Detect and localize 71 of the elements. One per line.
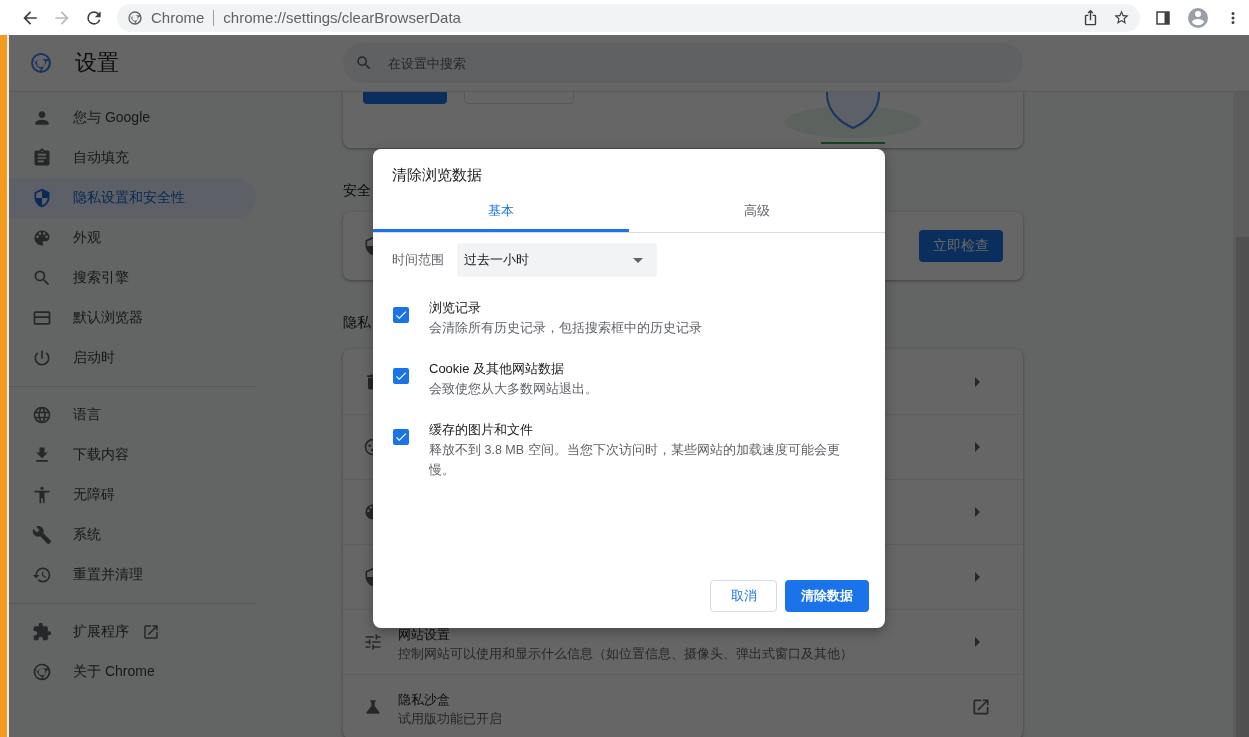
puzzle-icon xyxy=(32,622,52,642)
time-range-dropdown[interactable]: 过去一小时 xyxy=(457,243,657,277)
sidebar-item[interactable]: 系统 xyxy=(9,515,256,555)
palette-icon xyxy=(363,502,373,522)
sidebar-item[interactable]: 无障碍 xyxy=(9,475,256,515)
sidebar-item[interactable]: 您与 Google xyxy=(9,98,256,138)
sidebar-item[interactable]: 启动时 xyxy=(9,338,256,378)
chevron-right-icon[interactable] xyxy=(975,507,980,517)
sidebar-item[interactable]: 隐私设置和安全性 xyxy=(9,178,256,218)
chevron-right-icon[interactable] xyxy=(975,376,980,387)
row-title: 网站设置 xyxy=(398,626,451,644)
side-panel-icon[interactable] xyxy=(1154,8,1172,27)
caret-icon xyxy=(633,257,643,263)
site-label: Chrome xyxy=(151,9,205,26)
flask-icon xyxy=(363,697,383,717)
sidebar-item[interactable]: 自动填充 xyxy=(9,138,256,178)
section-heading: 安全 xyxy=(343,181,371,200)
chevron-right-icon[interactable] xyxy=(975,637,980,647)
option-title: 浏览记录 xyxy=(429,299,482,317)
history-icon xyxy=(32,565,52,585)
palette-icon xyxy=(32,228,52,248)
shield-icon xyxy=(32,188,52,208)
cookie-icon xyxy=(363,437,373,457)
globe-icon xyxy=(32,405,52,425)
option-description: 释放不到 3.8 MB 空间。当您下次访问时，某些网站的加载速度可能会更慢。 xyxy=(429,442,841,479)
clear-data-button[interactable]: 清除数据 xyxy=(785,580,869,612)
cancel-button[interactable]: 取消 xyxy=(710,580,777,612)
share-icon[interactable] xyxy=(1082,9,1099,26)
row-subtitle: 试用版功能已开启 xyxy=(398,710,503,728)
sidebar-item[interactable]: 语言 xyxy=(9,395,256,435)
option-description: 会致使您从大多数网站退出。 xyxy=(429,381,599,398)
field-label: 时间范围 xyxy=(392,251,445,269)
chrome-logo-icon xyxy=(127,9,143,26)
sidebar-item[interactable]: 关于 Chrome xyxy=(9,652,256,692)
sidebar-item[interactable]: 搜索引擎 xyxy=(9,258,256,298)
option-title: 缓存的图片和文件 xyxy=(429,421,534,439)
profile-icon[interactable] xyxy=(1186,5,1210,30)
dropdown-value: 过去一小时 xyxy=(464,251,530,269)
row-title: 隐私沙盒 xyxy=(398,691,451,709)
sidebar-item[interactable]: 下载内容 xyxy=(9,435,256,475)
sliders-icon xyxy=(363,632,383,652)
option-title: Cookie 及其他网站数据 xyxy=(429,360,566,378)
star-icon[interactable] xyxy=(1113,9,1130,26)
address-bar[interactable]: Chrome chrome://settings/clearBrowserData xyxy=(117,3,1140,32)
accessibility-icon xyxy=(32,485,52,505)
check-now-button[interactable]: 立即检查 xyxy=(919,230,1003,262)
sidebar-item[interactable]: 默认浏览器 xyxy=(9,298,256,338)
checkbox[interactable] xyxy=(393,429,409,445)
sidebar-item[interactable]: 外观 xyxy=(9,218,256,258)
clipboard-icon xyxy=(32,148,52,168)
search-icon xyxy=(355,54,373,72)
section-heading: 隐私 xyxy=(343,313,371,332)
browser-window-icon xyxy=(32,308,52,328)
chrome-logo-icon xyxy=(29,51,53,75)
search-icon xyxy=(32,268,52,288)
chevron-right-icon[interactable] xyxy=(975,442,980,452)
page-title: 设置 xyxy=(75,49,119,77)
sidebar-item[interactable]: 扩展程序 xyxy=(9,612,256,652)
wrench-icon xyxy=(32,525,52,545)
chrome-logo-icon xyxy=(32,662,52,682)
chevron-right-icon[interactable] xyxy=(975,572,980,582)
external-link-icon[interactable] xyxy=(971,697,991,717)
power-icon xyxy=(32,348,52,368)
checkbox[interactable] xyxy=(393,368,409,384)
checkbox[interactable] xyxy=(393,307,409,323)
sidebar-item[interactable]: 重置并清理 xyxy=(9,555,256,595)
dialog-title: 清除浏览数据 xyxy=(391,165,483,185)
tab[interactable]: 基本 xyxy=(373,195,629,232)
option-description: 会清除所有历史记录，包括搜索框中的历史记录 xyxy=(429,320,703,337)
tab[interactable]: 高级 xyxy=(629,195,885,232)
url-text: chrome://settings/clearBrowserData xyxy=(223,9,461,26)
